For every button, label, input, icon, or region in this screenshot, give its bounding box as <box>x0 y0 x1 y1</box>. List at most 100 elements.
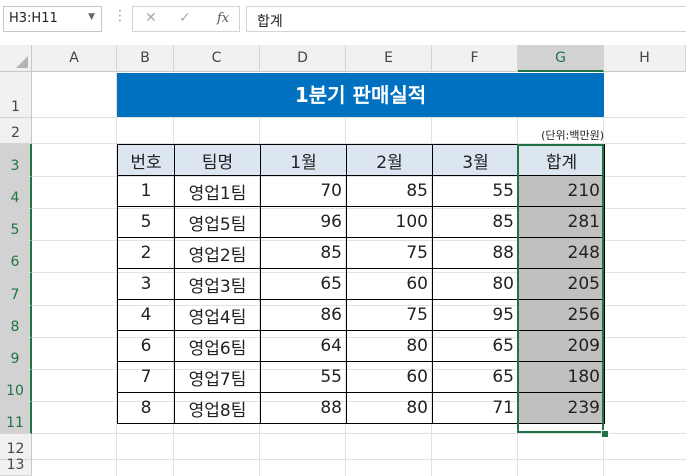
row-header-9[interactable]: 9 <box>0 338 32 370</box>
table-row: 7 영업7팀 55 60 65 180 <box>117 361 605 393</box>
row-header-11[interactable]: 11 <box>0 402 32 434</box>
cell-mar[interactable]: 95 <box>432 299 519 331</box>
row-header-7[interactable]: 7 <box>0 273 32 306</box>
select-all-button[interactable] <box>0 45 32 72</box>
cell-team[interactable]: 영업4팀 <box>174 299 261 331</box>
row-header-1[interactable]: 1 <box>0 72 32 118</box>
column-header-b[interactable]: B <box>117 45 174 72</box>
chevron-down-icon[interactable]: ▼ <box>88 12 95 22</box>
cell-total[interactable]: 210 <box>518 175 605 207</box>
formula-input[interactable]: 합계 <box>246 6 686 32</box>
enter-icon[interactable]: ✓ <box>179 10 191 26</box>
row-header-2[interactable]: 2 <box>0 118 32 144</box>
row-header-5[interactable]: 5 <box>0 209 32 241</box>
table-row: 2 영업2팀 85 75 88 248 <box>117 237 605 269</box>
cell-team[interactable]: 영업7팀 <box>174 361 261 393</box>
cell-number[interactable]: 6 <box>117 330 175 362</box>
name-box-value: H3:H11 <box>9 11 58 26</box>
fill-handle[interactable] <box>601 430 609 438</box>
table-row: 5 영업5팀 96 100 85 281 <box>117 206 605 238</box>
cell-total[interactable]: 205 <box>518 268 605 300</box>
cell-mar[interactable]: 80 <box>432 268 519 300</box>
name-box[interactable]: H3:H11 ▼ <box>3 6 102 32</box>
cell-total[interactable]: 209 <box>518 330 605 362</box>
cell-total[interactable]: 281 <box>518 206 605 238</box>
header-feb[interactable]: 2월 <box>346 144 433 176</box>
row-header-6[interactable]: 6 <box>0 241 32 273</box>
cell-mar[interactable]: 85 <box>432 206 519 238</box>
cell-total[interactable]: 180 <box>518 361 605 393</box>
row-number: 13 <box>6 457 25 473</box>
cell-number[interactable]: 2 <box>117 237 175 269</box>
cell-number[interactable]: 3 <box>117 268 175 300</box>
drag-handle-icon[interactable]: ⋮ <box>113 8 127 24</box>
cell-team[interactable]: 영업2팀 <box>174 237 261 269</box>
row-header-8[interactable]: 8 <box>0 306 32 338</box>
header-jan[interactable]: 1월 <box>260 144 347 176</box>
row-number: 2 <box>11 125 20 141</box>
cell-total[interactable]: 239 <box>518 392 605 424</box>
cell-team[interactable]: 영업3팀 <box>174 268 261 300</box>
row-number: 9 <box>10 351 20 367</box>
formula-bar: H3:H11 ▼ ⋮ ✕ ✓ fx 합계 <box>0 0 686 40</box>
column-header-a[interactable]: A <box>32 45 117 72</box>
cell-mar[interactable]: 71 <box>432 392 519 424</box>
header-total[interactable]: 합계 <box>518 144 605 176</box>
column-header-h[interactable]: H <box>604 45 686 72</box>
table-header-row: 번호 팀명 1월 2월 3월 합계 <box>117 144 605 176</box>
cell-team[interactable]: 영업6팀 <box>174 330 261 362</box>
column-header-e[interactable]: E <box>346 45 432 72</box>
header-team[interactable]: 팀명 <box>174 144 261 176</box>
column-header-f[interactable]: F <box>432 45 518 72</box>
cell-feb[interactable]: 100 <box>346 206 433 238</box>
cell-jan[interactable]: 88 <box>260 392 347 424</box>
cell-feb[interactable]: 60 <box>346 268 433 300</box>
cell-mar[interactable]: 65 <box>432 361 519 393</box>
cell-number[interactable]: 5 <box>117 206 175 238</box>
column-header-d[interactable]: D <box>260 45 346 72</box>
cell-number[interactable]: 4 <box>117 299 175 331</box>
row-number: 10 <box>6 383 24 399</box>
row-header-4[interactable]: 4 <box>0 177 32 209</box>
cell-feb[interactable]: 75 <box>346 299 433 331</box>
row-header-13[interactable]: 13 <box>0 457 32 476</box>
cell-total[interactable]: 256 <box>518 299 605 331</box>
cell-feb[interactable]: 60 <box>346 361 433 393</box>
cell-jan[interactable]: 65 <box>260 268 347 300</box>
cell-number[interactable]: 1 <box>117 175 175 207</box>
cancel-icon[interactable]: ✕ <box>145 10 157 26</box>
row-number: 6 <box>10 254 20 270</box>
cell-jan[interactable]: 85 <box>260 237 347 269</box>
column-header-g[interactable]: G <box>518 45 604 72</box>
cell-jan[interactable]: 70 <box>260 175 347 207</box>
cell-feb[interactable]: 85 <box>346 175 433 207</box>
row-number: 1 <box>11 99 20 115</box>
unit-note[interactable]: (단위:백만원) <box>541 127 604 143</box>
cell-mar[interactable]: 88 <box>432 237 519 269</box>
sales-table: 번호 팀명 1월 2월 3월 합계 1 영업1팀 70 85 55 210 5 … <box>117 144 605 424</box>
cell-feb[interactable]: 80 <box>346 330 433 362</box>
cell-total[interactable]: 248 <box>518 237 605 269</box>
cell-team[interactable]: 영업8팀 <box>174 392 261 424</box>
cell-number[interactable]: 7 <box>117 361 175 393</box>
cell-mar[interactable]: 65 <box>432 330 519 362</box>
row-header-3[interactable]: 3 <box>0 144 32 177</box>
row-header-10[interactable]: 10 <box>0 370 32 402</box>
header-number[interactable]: 번호 <box>117 144 175 176</box>
cell-mar[interactable]: 55 <box>432 175 519 207</box>
cell-jan[interactable]: 86 <box>260 299 347 331</box>
cell-jan[interactable]: 64 <box>260 330 347 362</box>
cell-feb[interactable]: 75 <box>346 237 433 269</box>
header-mar[interactable]: 3월 <box>432 144 519 176</box>
cell-number[interactable]: 8 <box>117 392 175 424</box>
table-row: 3 영업3팀 65 60 80 205 <box>117 268 605 300</box>
cell-team[interactable]: 영업5팀 <box>174 206 261 238</box>
sheet-title[interactable]: 1분기 판매실적 <box>117 73 604 117</box>
cell-team[interactable]: 영업1팀 <box>174 175 261 207</box>
column-header-c[interactable]: C <box>174 45 260 72</box>
function-icon[interactable]: fx <box>217 11 229 26</box>
row-number: 7 <box>10 287 20 303</box>
cell-feb[interactable]: 80 <box>346 392 433 424</box>
cell-jan[interactable]: 96 <box>260 206 347 238</box>
cell-jan[interactable]: 55 <box>260 361 347 393</box>
